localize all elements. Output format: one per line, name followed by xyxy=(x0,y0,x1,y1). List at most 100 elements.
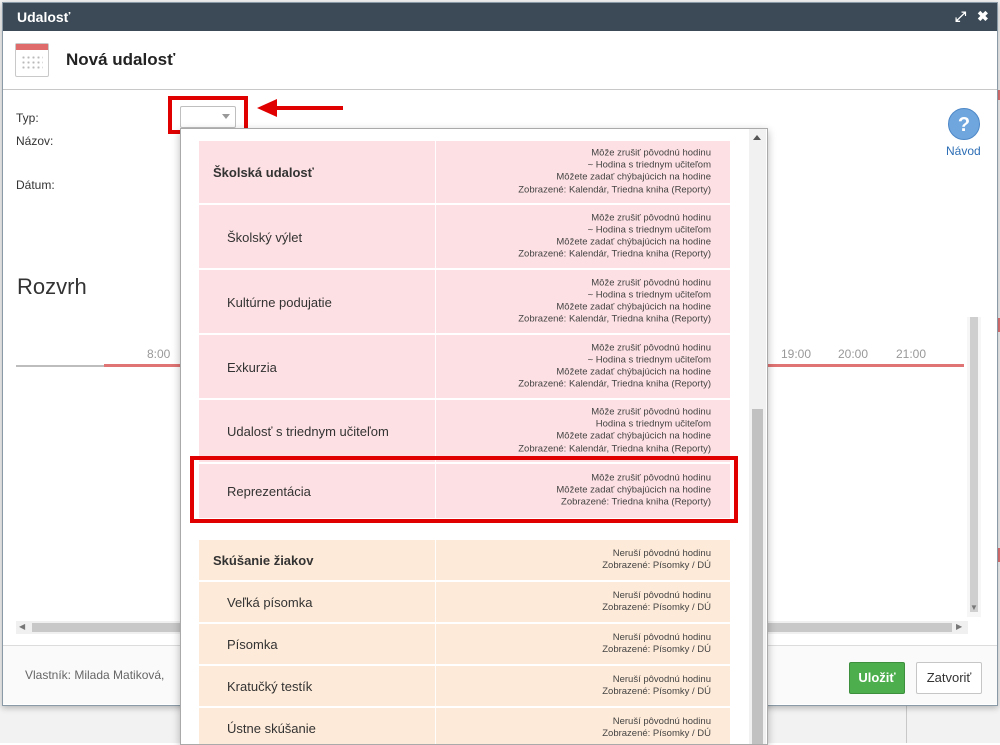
option-description-line: Neruší pôvodnú hodinu xyxy=(612,673,711,685)
scroll-right-icon[interactable]: ▶ xyxy=(956,622,962,631)
hour-tick: 20:00 xyxy=(838,347,869,361)
option-column-divider xyxy=(435,335,436,398)
option-description-line: Zobrazené: Kalendár, Triedna kniha (Repo… xyxy=(518,184,711,196)
option-column-divider xyxy=(435,270,436,333)
dropdown-option[interactable]: Udalosť s triednym učiteľom Môže zrušiť p… xyxy=(199,400,730,464)
dropdown-scrollbar[interactable] xyxy=(749,129,766,744)
option-label: Kultúrne podujatie xyxy=(227,294,332,310)
dropdown-option[interactable]: Kratučký testík Neruší pôvodnú hodinu Zobr… xyxy=(199,666,730,708)
option-description-line: Hodina s triednym učiteľom xyxy=(595,418,711,430)
option-description-line: Zobrazené: Kalendár, Triedna kniha (Repo… xyxy=(518,313,711,325)
option-description-line: Môže zrušiť pôvodnú hodinu xyxy=(591,277,711,289)
option-description-line: Neruší pôvodnú hodinu xyxy=(612,631,711,643)
help-link[interactable]: Návod xyxy=(946,144,981,158)
option-label: Exkurzia xyxy=(227,359,277,375)
option-column-divider xyxy=(435,400,436,462)
option-description: Môže zrušiť pôvodnú hodinu ~ Hodina s tri… xyxy=(518,212,711,261)
page-title: Nová udalosť xyxy=(66,50,176,69)
option-description-line: Zobrazené: Kalendár, Triedna kniha (Repo… xyxy=(518,248,711,260)
dropdown-group-header[interactable]: Školská udalosť Môže zrušiť pôvodnú hodin… xyxy=(199,141,730,205)
option-description-line: Zobrazené: Písomky / DÚ xyxy=(602,644,711,655)
option-description-line: Neruší pôvodnú hodinu xyxy=(612,715,711,727)
save-button[interactable]: Uložiť xyxy=(849,662,905,694)
dropdown-options: Školská udalosť Môže zrušiť pôvodnú hodin… xyxy=(199,141,730,744)
option-description-line: Môžete zadať chýbajúcich na hodine xyxy=(556,301,711,313)
option-description-line: Zobrazené: Písomky / DÚ xyxy=(602,728,711,739)
hour-tick: 19:00 xyxy=(781,347,812,361)
option-label: Skúšanie žiakov xyxy=(213,553,314,568)
option-column-divider xyxy=(435,666,436,706)
option-description-line: Neruší pôvodnú hodinu xyxy=(612,589,711,601)
close-button[interactable]: Zatvoriť xyxy=(916,662,982,694)
option-description-line: ~ Hodina s triednym učiteľom xyxy=(587,159,711,171)
option-description-line: ~ Hodina s triednym učiteľom xyxy=(587,354,711,366)
option-description-line: ~ Hodina s triednym učiteľom xyxy=(587,289,711,301)
option-description: Môže zrušiť pôvodnú hodinu Hodina s tried… xyxy=(518,407,711,456)
group-separator xyxy=(199,520,730,540)
option-column-divider xyxy=(435,205,436,268)
hour-tick: 8:00 xyxy=(147,347,171,361)
option-description: Môže zrušiť pôvodnú hodinu ~ Hodina s tri… xyxy=(518,148,711,197)
option-description-line: Zobrazené: Kalendár, Triedna kniha (Repo… xyxy=(518,378,711,390)
option-description: Neruší pôvodnú hodinu Zobrazené: Písomky … xyxy=(602,674,711,698)
option-description-line: Môžete zadať chýbajúcich na hodine xyxy=(556,172,711,183)
option-description: Neruší pôvodnú hodinu Zobrazené: Písomky … xyxy=(602,632,711,656)
calendar-icon xyxy=(15,43,49,77)
hour-tick: 21:00 xyxy=(896,347,927,361)
background-divider xyxy=(906,704,907,743)
dropdown-option[interactable]: Ústne skúšanie Neruší pôvodnú hodinu Zobra… xyxy=(199,708,730,744)
option-description-line: Môže zrušiť pôvodnú hodinu xyxy=(591,342,711,354)
schedule-vertical-scrollbar[interactable]: ▼ xyxy=(967,317,981,617)
option-description-line: Zobrazené: Písomky / DÚ xyxy=(602,686,711,697)
option-label: Udalosť s triednym učiteľom xyxy=(227,424,389,439)
annotation-arrow-icon xyxy=(257,99,277,117)
option-label: Školský výlet xyxy=(227,229,303,245)
option-description-line: Môže zrušiť pôvodnú hodinu xyxy=(591,406,711,418)
dropdown-group-header[interactable]: Skúšanie žiakov Neruší pôvodnú hodinu Zobr… xyxy=(199,540,730,582)
option-label: Kratučký testík xyxy=(227,679,313,694)
option-description: Môže zrušiť pôvodnú hodinu ~ Hodina s tri… xyxy=(518,277,711,326)
scroll-up-icon[interactable] xyxy=(753,135,761,140)
dropdown-option[interactable]: Veľká písomka Neruší pôvodnú hodinu Zobraz… xyxy=(199,582,730,624)
option-description-line: Neruší pôvodnú hodinu xyxy=(612,547,711,559)
dropdown-option[interactable]: Exkurzia Môže zrušiť pôvodnú hodinu ~ Hodi… xyxy=(199,335,730,400)
dialog-window-title: Udalosť xyxy=(17,9,71,25)
name-label: Názov: xyxy=(16,134,54,148)
annotation-arrow-shaft xyxy=(275,106,343,110)
dropdown-option[interactable]: Školský výlet Môže zrušiť pôvodnú hodinu ~… xyxy=(199,205,730,270)
option-label: Písomka xyxy=(227,637,278,652)
dialog-titlebar[interactable]: Udalosť ⤢ ✖ xyxy=(3,3,997,31)
option-description: Neruší pôvodnú hodinu Zobrazené: Písomky … xyxy=(602,548,711,572)
option-description: Neruší pôvodnú hodinu Zobrazené: Písomky … xyxy=(602,716,711,740)
dropdown-option[interactable]: Písomka Neruší pôvodnú hodinu Zobrazené: P… xyxy=(199,624,730,666)
option-description-line: Môže zrušiť pôvodnú hodinu xyxy=(591,212,711,224)
annotation-highlight-option xyxy=(190,456,738,523)
owner-text: Vlastník: Milada Matiková, xyxy=(25,668,165,682)
schedule-title: Rozvrh xyxy=(17,274,87,299)
option-label: Školská udalosť xyxy=(213,165,314,180)
option-column-divider xyxy=(435,540,436,580)
option-column-divider xyxy=(435,708,436,744)
option-description-line: Zobrazené: Kalendár, Triedna kniha (Repo… xyxy=(518,443,711,455)
option-description: Môže zrušiť pôvodnú hodinu ~ Hodina s tri… xyxy=(518,342,711,391)
option-description-line: ~ Hodina s triednym učiteľom xyxy=(587,224,711,236)
close-icon[interactable]: ✖ xyxy=(977,8,989,25)
option-description-line: Môžete zadať chýbajúcich na hodine xyxy=(556,366,711,378)
help-icon[interactable]: ? xyxy=(948,108,980,140)
option-description-line: Môžete zadať chýbajúcich na hodine xyxy=(556,431,711,442)
dialog-header: Nová udalosť xyxy=(3,31,997,90)
scroll-left-icon[interactable]: ◀ xyxy=(19,622,25,631)
option-column-divider xyxy=(435,141,436,203)
option-description-line: Zobrazené: Písomky / DÚ xyxy=(602,560,711,571)
date-label: Dátum: xyxy=(16,178,55,192)
type-dropdown-list[interactable]: Školská udalosť Môže zrušiť pôvodnú hodin… xyxy=(180,128,768,745)
option-description: Neruší pôvodnú hodinu Zobrazené: Písomky … xyxy=(602,590,711,614)
scroll-down-icon[interactable]: ▼ xyxy=(970,603,978,612)
dropdown-option[interactable]: Kultúrne podujatie Môže zrušiť pôvodnú ho… xyxy=(199,270,730,335)
option-column-divider xyxy=(435,624,436,664)
type-label: Typ: xyxy=(16,111,39,125)
maximize-icon[interactable]: ⤢ xyxy=(955,8,966,25)
option-description-line: Môže zrušiť pôvodnú hodinu xyxy=(591,147,711,159)
option-label: Ústne skúšanie xyxy=(227,721,316,736)
option-label: Veľká písomka xyxy=(227,595,313,610)
